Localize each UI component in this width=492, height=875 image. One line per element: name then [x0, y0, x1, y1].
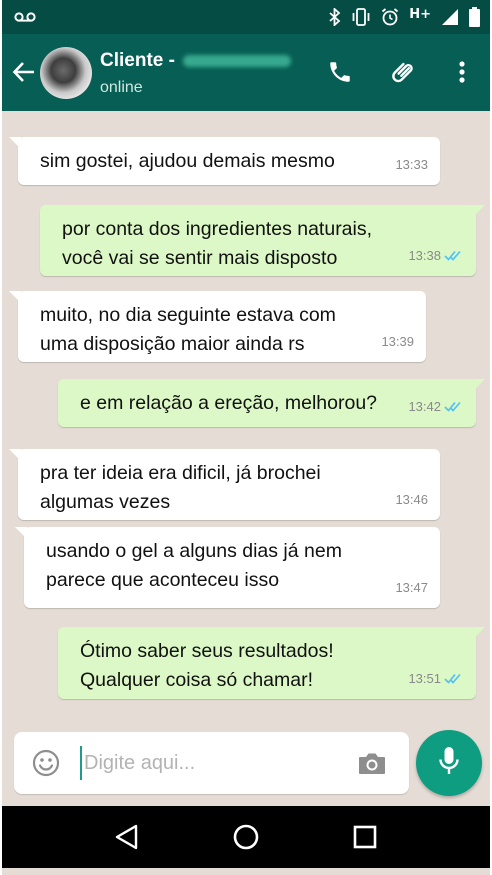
message-text: muito, no dia seguinte estava com	[40, 304, 336, 326]
contact-status: online	[100, 79, 143, 96]
mic-button[interactable]	[416, 730, 482, 796]
chat-header: Cliente - online	[2, 34, 490, 111]
message-text: usando o gel a alguns dias já nem	[46, 540, 342, 562]
vibrate-icon	[351, 8, 371, 26]
message-text: parece que aconteceu isso	[46, 569, 280, 591]
message-text: algumas vezes	[40, 491, 171, 513]
network-type-label: H+	[409, 6, 431, 22]
message-text: você vai se sentir mais disposto	[62, 247, 338, 269]
message-bubble-incoming[interactable]: usando o gel a alguns dias já nem parece…	[15, 527, 440, 608]
message-text: Qualquer coisa só chamar!	[80, 669, 314, 691]
message-time: 13:42	[408, 399, 441, 414]
phone-icon[interactable]	[324, 56, 356, 88]
message-text: por conta dos ingredientes naturais,	[62, 218, 373, 240]
paperclip-icon[interactable]	[388, 56, 420, 88]
voicemail-icon	[14, 11, 36, 23]
nav-back-icon[interactable]	[107, 817, 147, 857]
alarm-icon	[381, 8, 399, 26]
nav-recents-icon[interactable]	[345, 817, 385, 857]
message-text: e em relação a ereção, melhorou?	[80, 392, 378, 414]
camera-icon[interactable]	[357, 750, 387, 781]
chat-area[interactable]: sim gostei, ajudou demais mesmo 13:33 po…	[2, 111, 490, 721]
message-input[interactable]	[84, 748, 344, 778]
mic-icon	[438, 746, 460, 781]
message-text: pra ter ideia era dificil, já brochei	[40, 462, 321, 484]
message-meta: 13:46	[395, 485, 428, 514]
read-ticks-icon	[444, 401, 464, 412]
phone-screen: H+ Cliente - online sim gostei, ajudou d…	[2, 0, 490, 875]
message-time: 13:51	[408, 671, 441, 686]
read-ticks-icon	[444, 250, 464, 261]
status-bar: H+	[2, 0, 490, 34]
message-time: 13:46	[395, 492, 428, 507]
avatar[interactable]	[40, 47, 92, 99]
message-time: 13:38	[408, 248, 441, 263]
system-nav-bar	[2, 806, 490, 868]
message-bubble-incoming[interactable]: pra ter ideia era dificil, já brochei al…	[9, 449, 440, 520]
message-bubble-incoming[interactable]: muito, no dia seguinte estava com uma di…	[9, 291, 426, 362]
redacted-name-blur	[182, 55, 291, 67]
message-meta: 13:39	[381, 327, 414, 356]
signal-icon	[441, 8, 459, 26]
message-bubble-outgoing[interactable]: Ótimo saber seus resultados! Qualquer co…	[58, 627, 485, 699]
text-caret	[80, 746, 82, 780]
battery-icon	[469, 7, 480, 27]
contact-name-text: Cliente -	[100, 50, 175, 71]
message-meta: 13:42	[408, 392, 464, 421]
message-time: 13:39	[381, 334, 414, 349]
message-bubble-outgoing[interactable]: por conta dos ingredientes naturais, voc…	[40, 205, 485, 276]
message-meta: 13:51	[408, 664, 464, 693]
message-bubble-outgoing[interactable]: e em relação a ereção, melhorou? 13:42	[58, 379, 485, 427]
read-ticks-icon	[444, 673, 464, 684]
contact-name[interactable]: Cliente -	[100, 50, 291, 72]
message-composer	[14, 732, 409, 794]
message-time: 13:33	[395, 157, 428, 172]
message-meta: 13:38	[408, 241, 464, 270]
message-text: uma disposição maior ainda rs	[40, 333, 305, 355]
message-time: 13:47	[395, 580, 428, 595]
nav-home-icon[interactable]	[226, 817, 266, 857]
emoji-icon[interactable]	[32, 749, 60, 782]
message-text: sim gostei, ajudou demais mesmo	[40, 150, 335, 172]
message-meta: 13:33	[395, 150, 428, 179]
back-arrow-icon[interactable]	[12, 60, 36, 89]
message-meta: 13:47	[395, 573, 428, 602]
bluetooth-icon	[329, 8, 341, 26]
message-text: Ótimo saber seus resultados!	[80, 640, 334, 662]
message-bubble-incoming[interactable]: sim gostei, ajudou demais mesmo 13:33	[9, 137, 440, 185]
more-vert-icon[interactable]	[446, 56, 478, 88]
